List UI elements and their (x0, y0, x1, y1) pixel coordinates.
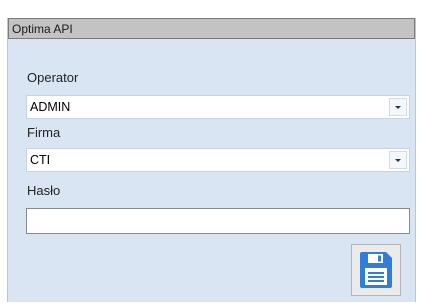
operator-dropdown-arrow-icon[interactable] (389, 98, 407, 116)
firma-dropdown[interactable]: CTI (26, 148, 410, 172)
haslo-label: Hasło (27, 183, 61, 198)
firma-label: Firma (27, 125, 61, 140)
panel-title: Optima API (12, 21, 73, 36)
panel-header: Optima API (8, 18, 415, 39)
operator-value: ADMIN (30, 100, 71, 114)
operator-label: Operator (27, 70, 79, 85)
floppy-disk-icon (360, 252, 392, 288)
operator-dropdown[interactable]: ADMIN (26, 95, 410, 119)
password-input[interactable] (26, 208, 410, 234)
firma-dropdown-arrow-icon[interactable] (389, 151, 407, 169)
firma-value: CTI (30, 153, 51, 167)
optima-api-panel: Optima API Operator ADMIN Firma CTI Hasł… (7, 18, 416, 302)
save-button[interactable] (351, 244, 401, 296)
window-background: Optima API Operator ADMIN Firma CTI Hasł… (0, 0, 426, 304)
